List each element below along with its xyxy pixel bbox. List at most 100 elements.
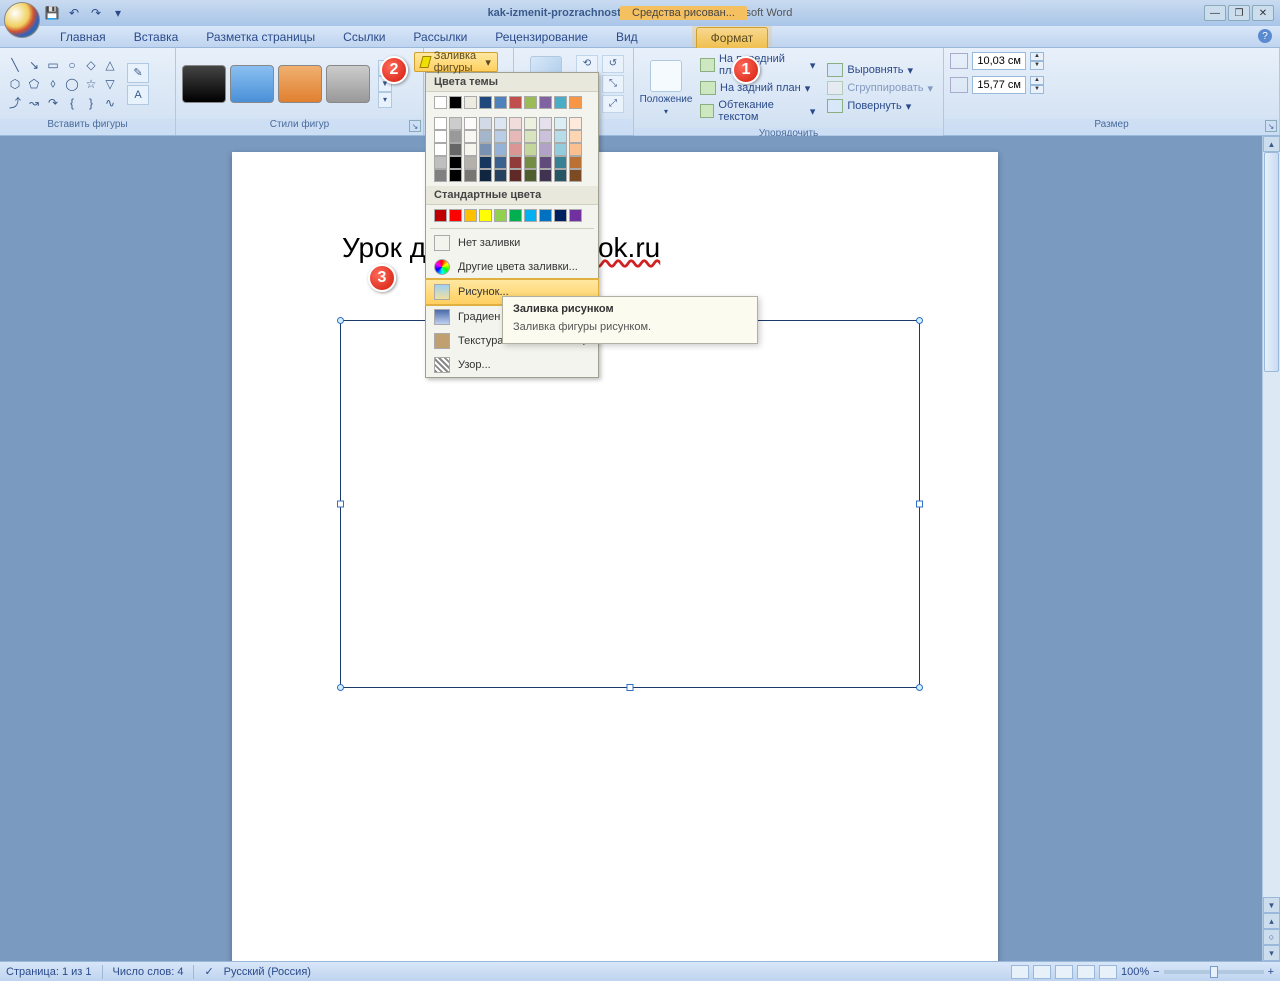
color-swatch[interactable]: [509, 156, 522, 169]
color-swatch[interactable]: [569, 96, 582, 109]
color-swatch[interactable]: [464, 169, 477, 182]
tab-layout[interactable]: Разметка страницы: [192, 27, 329, 47]
resize-handle-e[interactable]: [916, 501, 923, 508]
resize-handle-nw[interactable]: [337, 317, 344, 324]
scroll-down-icon[interactable]: ▼: [1263, 897, 1280, 913]
minimize-button[interactable]: —: [1204, 5, 1226, 21]
color-swatch[interactable]: [539, 156, 552, 169]
color-swatch[interactable]: [509, 117, 522, 130]
tilt-down-icon[interactable]: ↺: [602, 55, 624, 73]
print-layout-view-icon[interactable]: [1011, 965, 1029, 979]
color-swatch[interactable]: [494, 130, 507, 143]
color-swatch[interactable]: [554, 96, 567, 109]
color-swatch[interactable]: [464, 209, 477, 222]
office-button[interactable]: [4, 2, 40, 38]
browse-object-icon[interactable]: ○: [1263, 929, 1280, 945]
document-area[interactable]: Урок длxxxxxxxxxxpok.ru: [0, 136, 1262, 961]
align-button[interactable]: Выровнять ▾: [823, 62, 937, 78]
word-count[interactable]: Число слов: 4: [113, 966, 184, 978]
color-swatch[interactable]: [449, 130, 462, 143]
web-layout-view-icon[interactable]: [1055, 965, 1073, 979]
color-swatch[interactable]: [569, 117, 582, 130]
tab-mailings[interactable]: Рассылки: [399, 27, 481, 47]
color-swatch[interactable]: [554, 169, 567, 182]
color-swatch[interactable]: [539, 169, 552, 182]
shape-width-input[interactable]: [972, 76, 1026, 94]
color-swatch[interactable]: [494, 209, 507, 222]
color-swatch[interactable]: [434, 209, 447, 222]
color-swatch[interactable]: [479, 156, 492, 169]
shape-style-orange[interactable]: [278, 65, 322, 103]
color-swatch[interactable]: [569, 130, 582, 143]
zoom-out-icon[interactable]: −: [1153, 966, 1159, 978]
color-swatch[interactable]: [539, 130, 552, 143]
color-swatch[interactable]: [509, 169, 522, 182]
color-swatch[interactable]: [509, 209, 522, 222]
scroll-thumb[interactable]: [1264, 152, 1279, 372]
color-swatch[interactable]: [449, 143, 462, 156]
shape-style-black[interactable]: [182, 65, 226, 103]
next-page-icon[interactable]: ▾: [1263, 945, 1280, 961]
undo-icon[interactable]: ↶: [66, 5, 82, 21]
shape-style-blue[interactable]: [230, 65, 274, 103]
close-button[interactable]: ✕: [1252, 5, 1274, 21]
resize-handle-se[interactable]: [916, 684, 923, 691]
color-swatch[interactable]: [569, 209, 582, 222]
color-swatch[interactable]: [509, 143, 522, 156]
tilt-up-icon[interactable]: ⟲: [576, 55, 598, 73]
shape-height-input[interactable]: [972, 52, 1026, 70]
color-swatch[interactable]: [479, 143, 492, 156]
position-button[interactable]: Положение ▾: [640, 60, 692, 116]
redo-icon[interactable]: ↷: [88, 5, 104, 21]
resize-handle-w[interactable]: [337, 501, 344, 508]
color-swatch[interactable]: [449, 156, 462, 169]
spinner-down-icon[interactable]: ▼: [1030, 61, 1044, 70]
color-swatch[interactable]: [434, 96, 447, 109]
shape-style-gray[interactable]: [326, 65, 370, 103]
color-swatch[interactable]: [464, 143, 477, 156]
pattern-fill-item[interactable]: Узор...: [426, 353, 598, 377]
color-swatch[interactable]: [464, 156, 477, 169]
shape-fill-button[interactable]: Заливка фигуры ▾: [414, 52, 498, 72]
spinner-up-icon[interactable]: ▲: [1030, 76, 1044, 85]
style-more-icon[interactable]: ▾: [378, 92, 392, 108]
color-swatch[interactable]: [449, 96, 462, 109]
scroll-up-icon[interactable]: ▲: [1263, 136, 1280, 152]
color-swatch[interactable]: [524, 143, 537, 156]
outline-view-icon[interactable]: [1077, 965, 1095, 979]
color-swatch[interactable]: [569, 156, 582, 169]
color-swatch[interactable]: [494, 117, 507, 130]
spinner-up-icon[interactable]: ▲: [1030, 52, 1044, 61]
dialog-launcher-icon[interactable]: ↘: [1265, 120, 1277, 132]
color-swatch[interactable]: [434, 169, 447, 182]
draft-view-icon[interactable]: [1099, 965, 1117, 979]
color-swatch[interactable]: [539, 143, 552, 156]
color-swatch[interactable]: [479, 209, 492, 222]
language-indicator[interactable]: Русский (Россия): [224, 966, 311, 978]
vertical-scrollbar[interactable]: ▲ ▼ ▴ ○ ▾: [1262, 136, 1280, 961]
color-swatch[interactable]: [524, 156, 537, 169]
color-swatch[interactable]: [494, 143, 507, 156]
color-swatch[interactable]: [434, 117, 447, 130]
color-swatch[interactable]: [479, 117, 492, 130]
dialog-launcher-icon[interactable]: ↘: [409, 120, 421, 132]
rotate-button[interactable]: Повернуть ▾: [823, 98, 937, 114]
color-swatch[interactable]: [509, 96, 522, 109]
tab-view[interactable]: Вид: [602, 27, 652, 47]
save-icon[interactable]: 💾: [44, 5, 60, 21]
color-swatch[interactable]: [494, 169, 507, 182]
qat-customize-icon[interactable]: ▾: [110, 5, 126, 21]
text-box-icon[interactable]: A: [127, 85, 149, 105]
color-swatch[interactable]: [464, 117, 477, 130]
maximize-button[interactable]: ❐: [1228, 5, 1250, 21]
color-swatch[interactable]: [494, 156, 507, 169]
color-swatch[interactable]: [554, 117, 567, 130]
text-wrapping-button[interactable]: Обтекание текстом ▾: [696, 98, 819, 124]
edit-shape-icon[interactable]: ✎: [127, 63, 149, 83]
color-swatch[interactable]: [479, 169, 492, 182]
color-swatch[interactable]: [509, 130, 522, 143]
color-swatch[interactable]: [524, 130, 537, 143]
color-swatch[interactable]: [464, 96, 477, 109]
color-swatch[interactable]: [464, 130, 477, 143]
tab-format[interactable]: Формат: [696, 27, 769, 48]
